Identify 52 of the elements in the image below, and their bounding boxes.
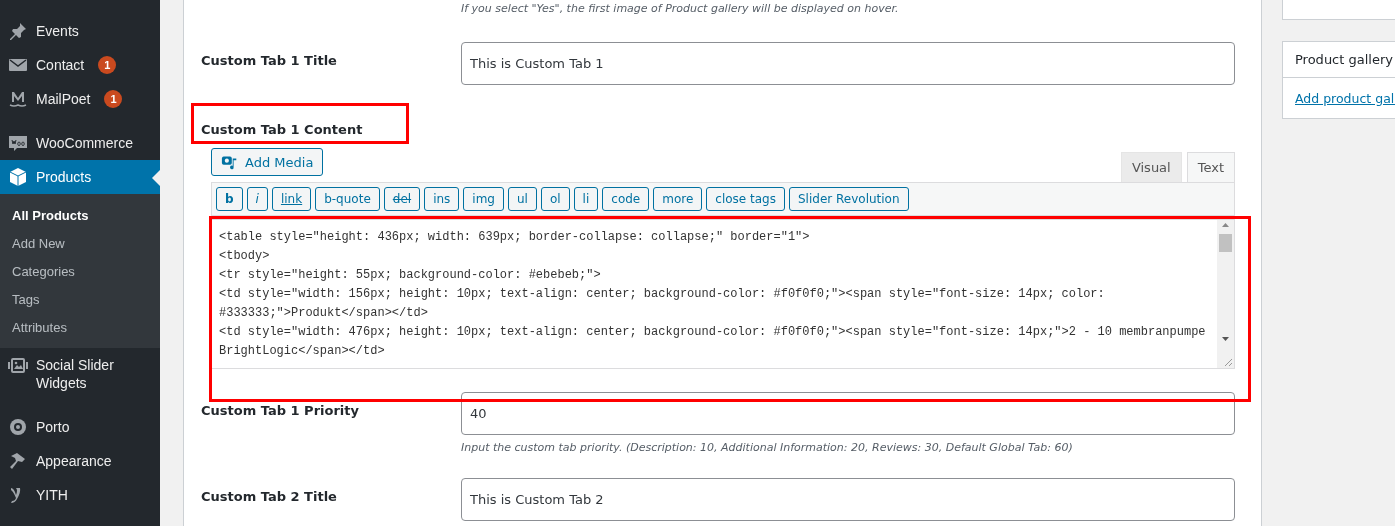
menu-item[interactable]: Events xyxy=(0,14,160,48)
submenu-item[interactable]: All Products xyxy=(0,202,160,230)
quicktag-button[interactable]: img xyxy=(463,187,504,211)
menu-item[interactable]: Appearance xyxy=(0,444,160,478)
quicktag-button[interactable]: ul xyxy=(507,187,537,211)
menu-item[interactable]: Products xyxy=(0,160,160,194)
quicktag-button[interactable]: more xyxy=(653,187,703,211)
help-text: If you select "Yes", the first image of Product gallery will be displayed on hover. xyxy=(461,2,899,15)
quicktag-button[interactable]: i xyxy=(246,187,268,211)
quicktag-button[interactable]: close tags xyxy=(706,187,785,211)
text-field[interactable]: 40 xyxy=(461,392,1235,435)
quicktag-button[interactable]: b-quote xyxy=(315,187,380,211)
add-media-button[interactable]: Add Media xyxy=(211,148,324,176)
menu-item[interactable]: Porto xyxy=(0,410,160,444)
menu-item[interactable]: WooCommerce xyxy=(0,126,160,160)
quicktag-button[interactable]: ol xyxy=(540,187,570,211)
target-icon xyxy=(8,417,28,437)
notification-badge: 1 xyxy=(98,56,117,74)
gallery-icon xyxy=(8,356,28,376)
letter-m-icon xyxy=(8,89,28,109)
field-label: Custom Tab 1 Title xyxy=(201,53,337,68)
menu-item[interactable]: Contact 1 xyxy=(0,48,160,82)
text-field[interactable]: This is Custom Tab 1 xyxy=(461,42,1235,85)
quicktag-button[interactable]: link xyxy=(271,187,312,211)
help-text: Input the custom tab priority. (Description: 10, Additional Information: 20, Reviews: 30, Default Global Tab: 60) xyxy=(461,441,1073,454)
quicktag-button[interactable]: code xyxy=(602,187,650,211)
menu-item[interactable]: MailPoet 1 xyxy=(0,82,160,116)
cube-icon xyxy=(8,167,28,187)
notification-badge: 1 xyxy=(104,90,123,108)
menu-item[interactable]: Social Slider Widgets xyxy=(0,348,160,400)
menu-item[interactable]: YITH xyxy=(0,478,160,512)
field-label: Custom Tab 2 Title xyxy=(201,489,337,504)
submenu-item[interactable]: Tags xyxy=(0,286,160,314)
quicktag-button[interactable]: li xyxy=(573,187,599,211)
code-textarea[interactable]: <table style="height: 436px; width: 639px; border-collapse: collapse;" border="1"> <tbody> <tr style="height: 55px; background-color: #ebebeb;"> <td style="width: 156px; height: 10px; text-align: center; background-color: #f0f0f0;"><span style="font-size: 14px; color: #333333;">Produkt</span></td> <td style="width: 476px; height: 10px; text-align: center; background-color: #f0f0f0;"><span style="font-size: 14px;">2 - 10 membranpumpe BrightLogic</span></td> xyxy=(211,219,1235,369)
field-label: Custom Tab 1 Priority xyxy=(201,403,359,418)
text-field[interactable]: This is Custom Tab 2 xyxy=(461,478,1235,521)
submenu-item[interactable]: Attributes xyxy=(0,314,160,342)
submenu-item[interactable]: Add New xyxy=(0,230,160,258)
pin-icon xyxy=(8,21,28,41)
metabox-title: Product gallery xyxy=(1283,42,1395,78)
quicktag-button[interactable]: ins xyxy=(424,187,460,211)
speech-bubble-icon xyxy=(8,133,28,153)
editor-tab[interactable]: Text xyxy=(1186,152,1235,182)
paintbrush-icon xyxy=(8,451,28,471)
field-label: Custom Tab 1 Content xyxy=(201,122,363,137)
quicktag-button[interactable]: Slider Revolution xyxy=(789,187,909,211)
quicktag-button[interactable]: del xyxy=(383,187,421,211)
editor-tab[interactable]: Visual xyxy=(1120,152,1182,182)
add-gallery-link[interactable]: Add product gall xyxy=(1295,91,1395,106)
submenu-item[interactable]: Categories xyxy=(0,258,160,286)
quicktag-button[interactable]: b xyxy=(216,187,243,211)
